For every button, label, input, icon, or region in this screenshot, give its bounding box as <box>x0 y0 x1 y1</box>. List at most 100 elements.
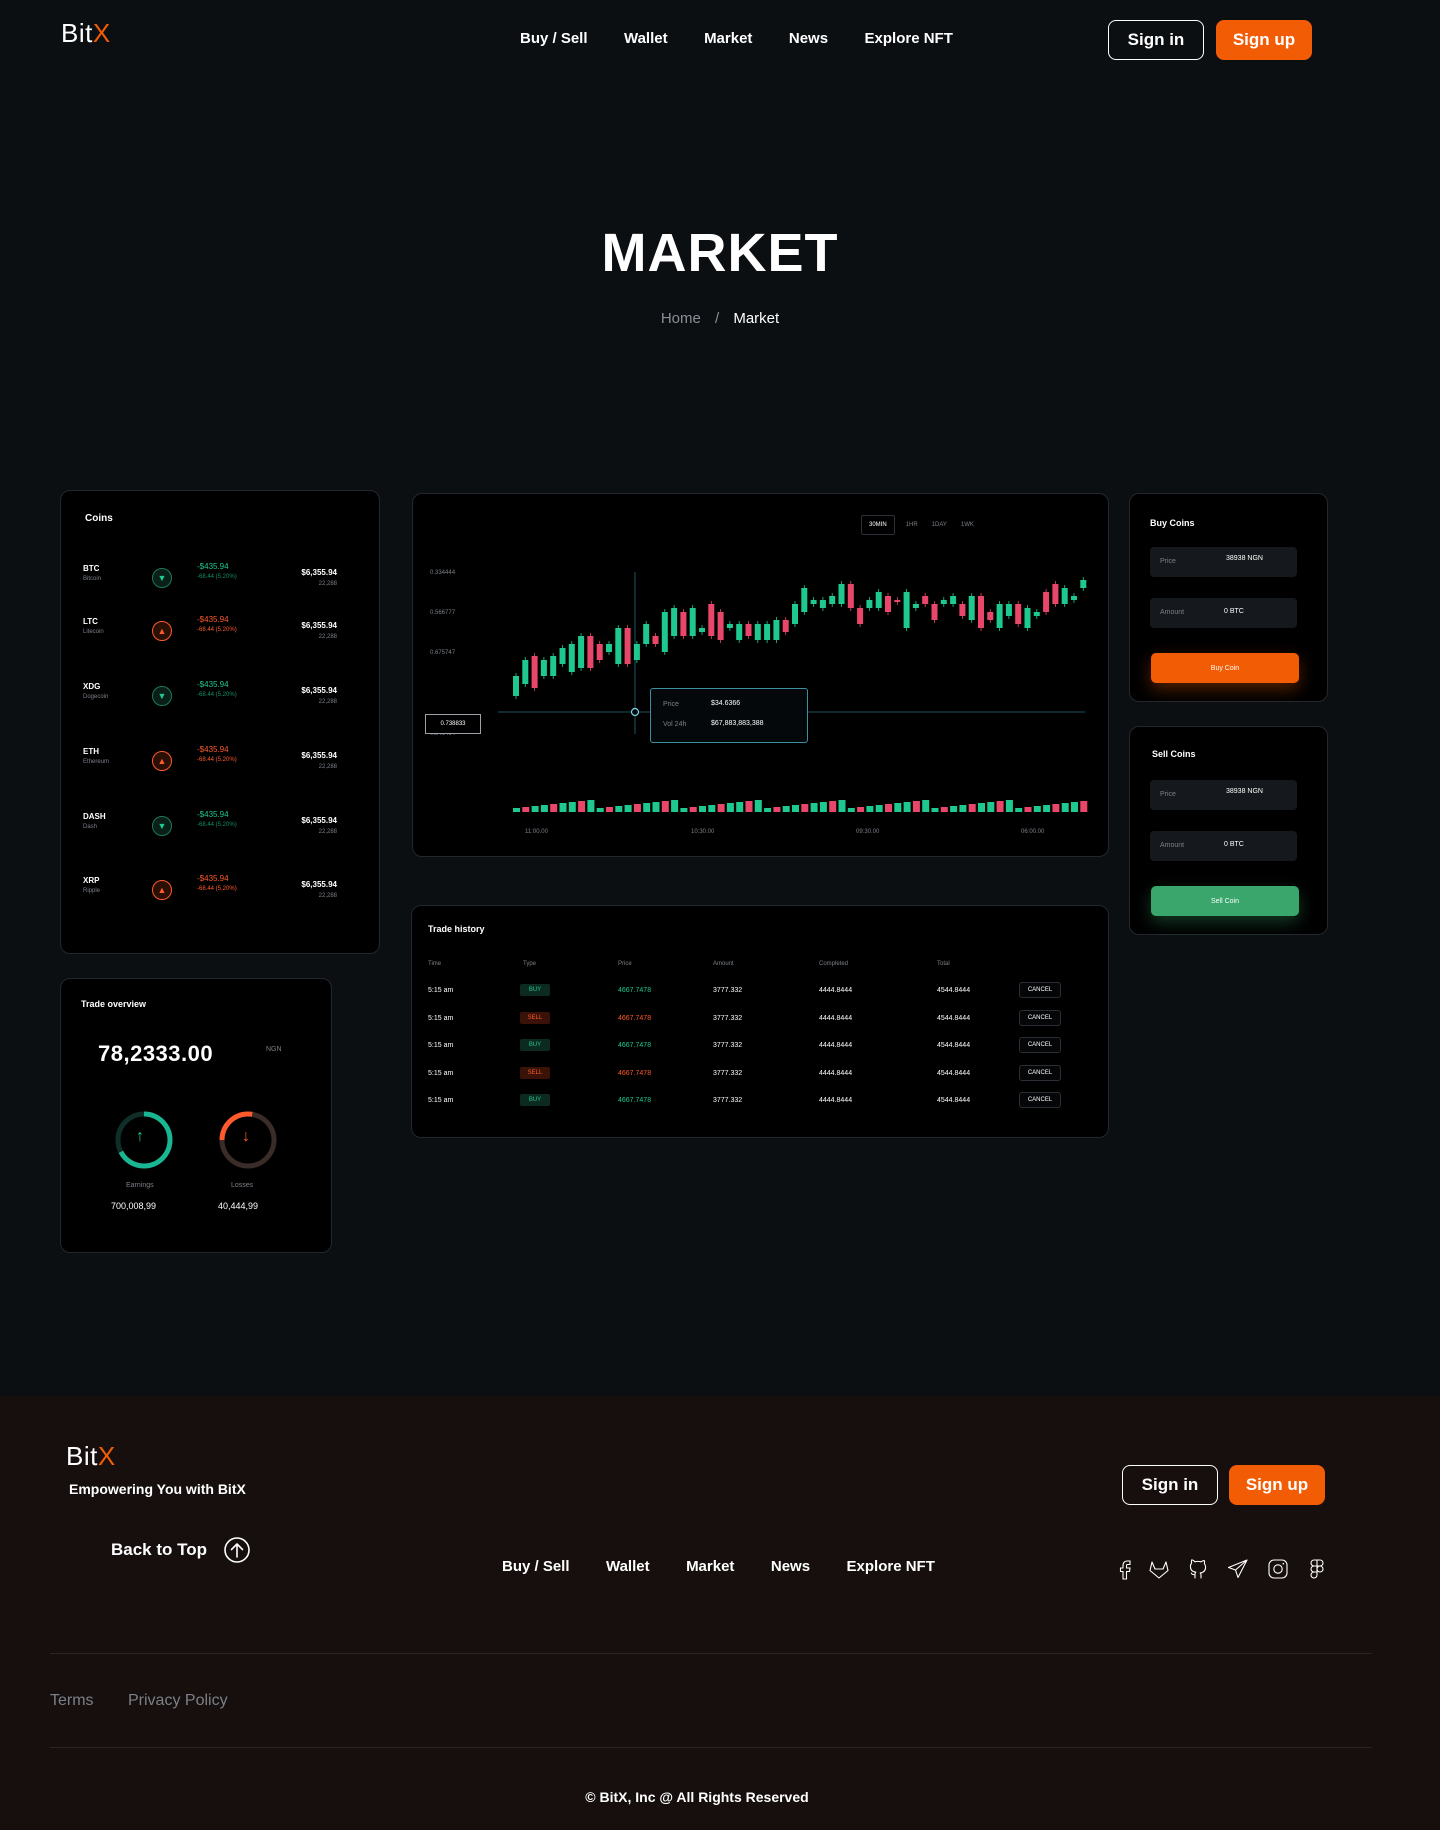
facebook-icon[interactable] <box>1113 1557 1137 1581</box>
candle <box>847 584 854 608</box>
logo[interactable]: BitX <box>61 18 111 49</box>
candle <box>1061 588 1068 604</box>
volume-bar <box>857 807 865 812</box>
tooltip-vol-label: Vol 24h <box>663 721 687 728</box>
y-tick-label: 0.675747 <box>430 650 456 656</box>
cancel-button[interactable]: CANCEL <box>1019 1009 1061 1026</box>
back-to-top[interactable]: Back to Top <box>111 1536 251 1564</box>
footer-signin-button[interactable]: Sign in <box>1122 1465 1218 1505</box>
buy-amount-field[interactable]: Amount 0 BTC <box>1150 598 1297 628</box>
footer-nav-buy-sell[interactable]: Buy / Sell <box>502 1558 570 1575</box>
coin-row[interactable]: ETH Ethereum ▲ -$435.94 -68.44 (5.20%) $6,355… <box>61 745 379 787</box>
col-amount-header[interactable]: Amount <box>713 961 734 967</box>
coin-symbol: XRP <box>83 876 100 885</box>
nav-market[interactable]: Market <box>704 30 752 47</box>
candle <box>894 600 901 602</box>
nav-wallet[interactable]: Wallet <box>624 30 668 47</box>
nav-explore-nft[interactable]: Explore NFT <box>865 30 953 47</box>
candlestick-chart[interactable]: 0.3344440.5667770.6757470.84646411:00.00… <box>413 494 1110 858</box>
buy-coins-card: Buy Coins Price 38938 NGN Amount 0 BTC B… <box>1129 493 1328 702</box>
col-total-header[interactable]: Total <box>937 961 950 967</box>
candle <box>885 596 891 612</box>
col-price-header[interactable]: Price <box>618 961 632 967</box>
trend-down-icon: ▲ <box>152 880 172 900</box>
footer-nav-news[interactable]: News <box>771 1558 810 1575</box>
coin-row[interactable]: BTC Bitcoin ▼ -$435.94 -68.44 (5.20%) $6,355.… <box>61 562 379 604</box>
volume-bar <box>522 807 530 812</box>
terms-link[interactable]: Terms <box>50 1692 94 1710</box>
coin-row[interactable]: LTC Litecoin ▲ -$435.94 -68.44 (5.20%) $6,355… <box>61 615 379 657</box>
y-tick-label: 0.566777 <box>430 610 456 616</box>
chart-tooltip: Price $34.6366 Vol 24h $67,883,883,388 <box>650 688 808 743</box>
trend-down-icon: ▲ <box>152 621 172 641</box>
coins-title: Coins <box>85 513 113 524</box>
candle <box>922 596 929 604</box>
footer-nav-market[interactable]: Market <box>686 1558 734 1575</box>
signin-button[interactable]: Sign in <box>1108 20 1204 60</box>
candle <box>912 604 919 608</box>
candle <box>968 596 975 620</box>
instagram-icon[interactable] <box>1266 1557 1290 1581</box>
arrow-up-icon: ↑ <box>136 1128 144 1145</box>
footer-nav-wallet[interactable]: Wallet <box>606 1558 650 1575</box>
figma-icon[interactable] <box>1305 1557 1329 1581</box>
coin-row[interactable]: XRP Ripple ▲ -$435.94 -68.44 (5.20%) $6,355.9… <box>61 874 379 916</box>
candle <box>764 624 771 640</box>
footer-logo[interactable]: BitX <box>66 1441 116 1472</box>
footer-nav-explore-nft[interactable]: Explore NFT <box>847 1558 935 1575</box>
telegram-icon[interactable] <box>1226 1557 1250 1581</box>
candle <box>633 644 640 660</box>
coin-price: $6,355.94 <box>301 686 337 695</box>
cancel-button[interactable]: CANCEL <box>1019 1037 1061 1053</box>
coin-change: -$435.94 <box>197 810 229 819</box>
trade-total: 4544.8444 <box>937 987 971 994</box>
candle <box>726 624 733 628</box>
candle <box>996 604 1003 628</box>
coin-row[interactable]: DASH Dash ▼ -$435.94 -68.44 (5.20%) $6,355.94… <box>61 810 379 852</box>
volume-bar <box>717 804 725 812</box>
sell-price-field[interactable]: Price 38938 NGN <box>1150 780 1297 810</box>
sell-amount-field[interactable]: Amount 0 BTC <box>1150 831 1297 861</box>
volume-bar <box>792 805 799 812</box>
volume-bar <box>875 805 883 812</box>
github-icon[interactable] <box>1186 1557 1210 1581</box>
coin-volume: 22,288 <box>318 764 337 770</box>
candle <box>903 592 910 628</box>
buy-price-field[interactable]: Price 38938 NGN <box>1150 547 1297 577</box>
volume-bar <box>633 804 641 812</box>
col-type-header[interactable]: Type <box>523 961 536 967</box>
col-completed-header[interactable]: Completed <box>819 961 848 967</box>
privacy-link[interactable]: Privacy Policy <box>128 1692 228 1710</box>
signup-button[interactable]: Sign up <box>1216 20 1312 60</box>
cancel-button[interactable]: CANCEL <box>1019 1092 1061 1108</box>
volume-bar <box>1015 808 1023 812</box>
footer-signup-button[interactable]: Sign up <box>1229 1465 1325 1505</box>
candle <box>1043 592 1050 612</box>
cancel-button[interactable]: CANCEL <box>1019 982 1061 998</box>
coin-row[interactable]: XDG Dogecoin ▼ -$435.94 -68.44 (5.20%) $6,355… <box>61 680 379 722</box>
coin-price: $6,355.94 <box>301 751 337 760</box>
breadcrumb-home[interactable]: Home <box>661 310 701 327</box>
breadcrumb-separator: / <box>715 310 720 327</box>
candle <box>754 624 761 640</box>
page-title: MARKET <box>601 223 839 283</box>
price-chart-card: 30MIN 1HR 1DAY 1WK 0.334444 0.566777 0.675… <box>412 493 1109 857</box>
volume-bar <box>782 806 790 812</box>
col-time-header[interactable]: Time <box>428 961 441 967</box>
volume-bar <box>726 803 734 812</box>
trade-amount: 3777.332 <box>713 1097 743 1104</box>
sell-price-value: 38938 NGN <box>1226 788 1263 795</box>
coin-change-pct: -68.44 (5.20%) <box>197 822 237 828</box>
candle <box>829 596 836 604</box>
nav-buy-sell[interactable]: Buy / Sell <box>520 30 588 47</box>
coin-volume: 22,288 <box>318 829 337 835</box>
volume-bar <box>940 807 948 812</box>
cancel-button[interactable]: CANCEL <box>1019 1064 1061 1081</box>
nav-news[interactable]: News <box>789 30 828 47</box>
footer: BitX Empowering You with BitX Sign in Si… <box>0 1396 1440 1830</box>
candle <box>857 608 864 624</box>
x-tick-label: 06:00.00 <box>1021 829 1045 835</box>
buy-coin-button[interactable]: Buy Coin <box>1151 653 1299 683</box>
gitlab-icon[interactable] <box>1147 1557 1171 1581</box>
sell-coin-button[interactable]: Sell Coin <box>1151 886 1299 916</box>
